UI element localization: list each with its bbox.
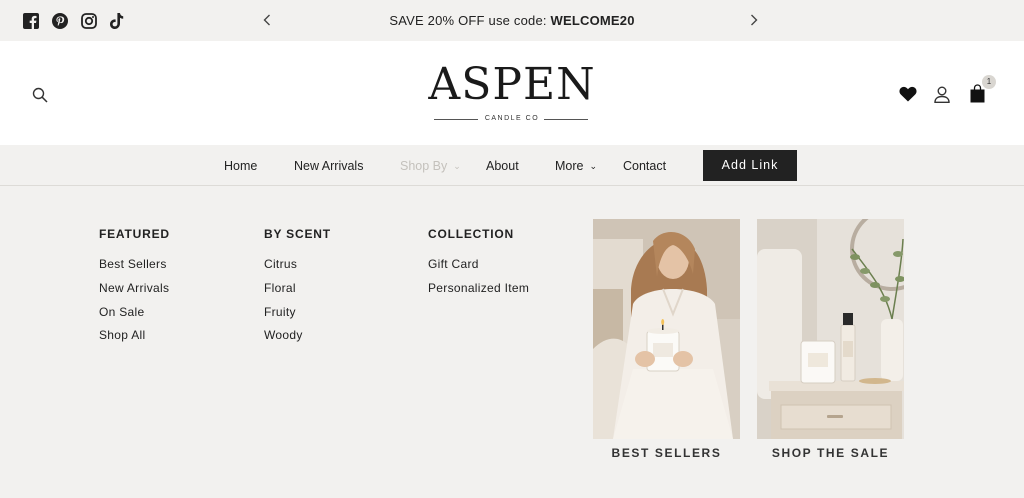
mega-menu: FEATURED Best Sellers New Arrivals On Sa… [0,186,1024,498]
logo-divider-right [544,119,588,120]
column-heading-by-scent: BY SCENT [264,227,331,241]
announcement-text: SAVE 20% OFF use code: WELCOME20 [0,13,1024,28]
menu-link-new-arrivals[interactable]: New Arrivals [99,281,169,295]
heart-icon[interactable] [897,83,919,105]
nav-shop-by[interactable]: Shop By ⌄ [400,159,461,173]
brand-logo[interactable]: ASPEN [0,59,1024,111]
nav-new-arrivals[interactable]: New Arrivals [294,159,363,173]
chevron-right-icon[interactable] [746,11,762,29]
announcement-prefix: SAVE 20% OFF use code: [389,13,551,28]
menu-link-floral[interactable]: Floral [264,281,296,295]
nav-shop-by-label: Shop By [400,159,448,173]
menu-link-woody[interactable]: Woody [264,328,303,342]
nav-home[interactable]: Home [224,159,257,173]
add-link-button[interactable]: Add Link [703,150,797,181]
user-icon[interactable] [931,83,953,105]
main-nav: Home New Arrivals Shop By ⌄ About More ⌄ C… [0,145,1024,186]
shop-the-sale-promo-image[interactable] [757,219,904,439]
menu-link-citrus[interactable]: Citrus [264,257,297,271]
nav-contact[interactable]: Contact [623,159,666,173]
column-heading-featured: FEATURED [99,227,170,241]
nav-more-label: More [555,159,584,173]
promo-caption-shop-the-sale[interactable]: SHOP THE SALE [757,446,904,460]
brand-tagline: CANDLE CO [484,115,540,122]
chevron-down-icon: ⌄ [589,161,598,171]
site-header: ASPEN CANDLE CO 1 [0,41,1024,145]
menu-link-best-sellers[interactable]: Best Sellers [99,257,167,271]
menu-link-fruity[interactable]: Fruity [264,305,296,319]
promo-caption-best-sellers[interactable]: BEST SELLERS [593,446,740,460]
menu-link-on-sale[interactable]: On Sale [99,305,144,319]
chevron-down-icon: ⌄ [453,161,461,171]
menu-link-personalized-item[interactable]: Personalized Item [428,281,529,295]
nav-more[interactable]: More ⌄ [555,159,597,173]
announcement-bar: SAVE 20% OFF use code: WELCOME20 [0,0,1024,41]
menu-link-shop-all[interactable]: Shop All [99,328,145,342]
promo-code: WELCOME20 [550,13,635,28]
column-heading-collection: COLLECTION [428,227,514,241]
best-sellers-promo-image[interactable] [593,219,740,439]
menu-link-gift-card[interactable]: Gift Card [428,257,479,271]
nav-about[interactable]: About [486,159,519,173]
cart-count-badge: 1 [982,75,996,89]
